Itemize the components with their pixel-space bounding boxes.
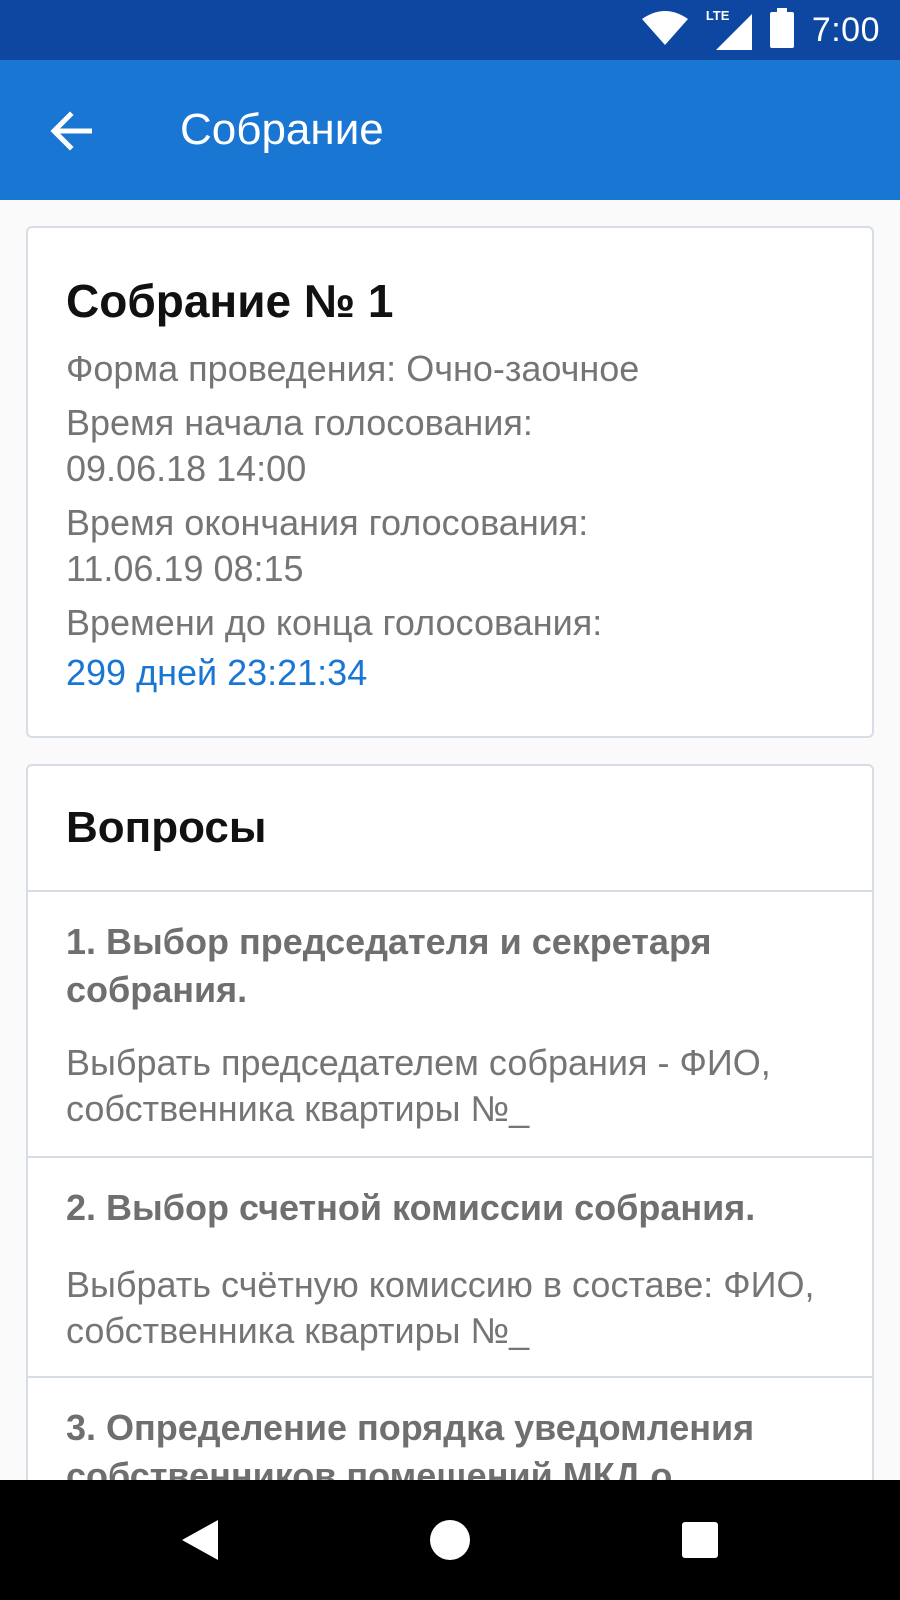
- question-title: 1. Выбор председателя и секретаря собран…: [66, 921, 712, 1010]
- status-icons: LTE 7:00: [641, 0, 880, 60]
- questions-header: Вопросы: [28, 766, 872, 892]
- page-title: Собрание: [180, 105, 384, 154]
- status-time: 7:00: [811, 10, 880, 49]
- end-time-value: 11.06.19 08:15: [66, 548, 304, 589]
- back-button[interactable]: [48, 108, 94, 154]
- question-item[interactable]: 1. Выбор председателя и секретаря собран…: [28, 892, 872, 1158]
- nav-back-button[interactable]: [140, 1480, 260, 1600]
- end-time: Время окончания голосования: 11.06.19 08…: [66, 500, 834, 592]
- home-circle-icon: [430, 1520, 470, 1560]
- questions-card: Вопросы 1. Выбор председателя и секретар…: [26, 764, 874, 1524]
- end-time-label: Время окончания голосования:: [66, 502, 589, 543]
- nav-recents-button[interactable]: [640, 1480, 760, 1600]
- lte-signal-icon: LTE: [705, 8, 752, 50]
- start-time-value: 09.06.18 14:00: [66, 448, 307, 489]
- nav-home-button[interactable]: [390, 1480, 510, 1600]
- back-triangle-icon: [182, 1520, 218, 1560]
- lte-label: LTE: [705, 8, 730, 23]
- start-time: Время начала голосования: 09.06.18 14:00: [66, 400, 834, 492]
- start-time-label: Время начала голосования:: [66, 402, 533, 443]
- battery-icon: [769, 7, 794, 53]
- status-bar: LTE 7:00: [0, 0, 900, 60]
- remaining-time-value: 299 дней 23:21:34: [66, 652, 368, 693]
- arrow-back-icon: [50, 111, 92, 151]
- wifi-icon: [641, 10, 688, 50]
- remaining-label: Времени до конца голосования:: [66, 602, 603, 643]
- question-description: Выбрать счётную комиссию в составе: ФИО,…: [66, 1264, 815, 1351]
- meeting-card: Собрание № 1 Форма проведения: Очно-заоч…: [26, 226, 874, 738]
- meeting-form: Форма проведения: Очно-заочное: [66, 348, 640, 389]
- app-bar: Собрание: [0, 60, 900, 200]
- navigation-bar: [0, 1480, 900, 1600]
- meeting-title: Собрание № 1: [66, 275, 394, 327]
- question-description: Выбрать председателем собрания - ФИО, со…: [66, 1042, 771, 1129]
- recents-square-icon: [682, 1522, 718, 1558]
- question-title: 2. Выбор счетной комиссии собрания.: [66, 1187, 756, 1228]
- question-item[interactable]: 2. Выбор счетной комиссии собрания. Выбр…: [28, 1158, 872, 1378]
